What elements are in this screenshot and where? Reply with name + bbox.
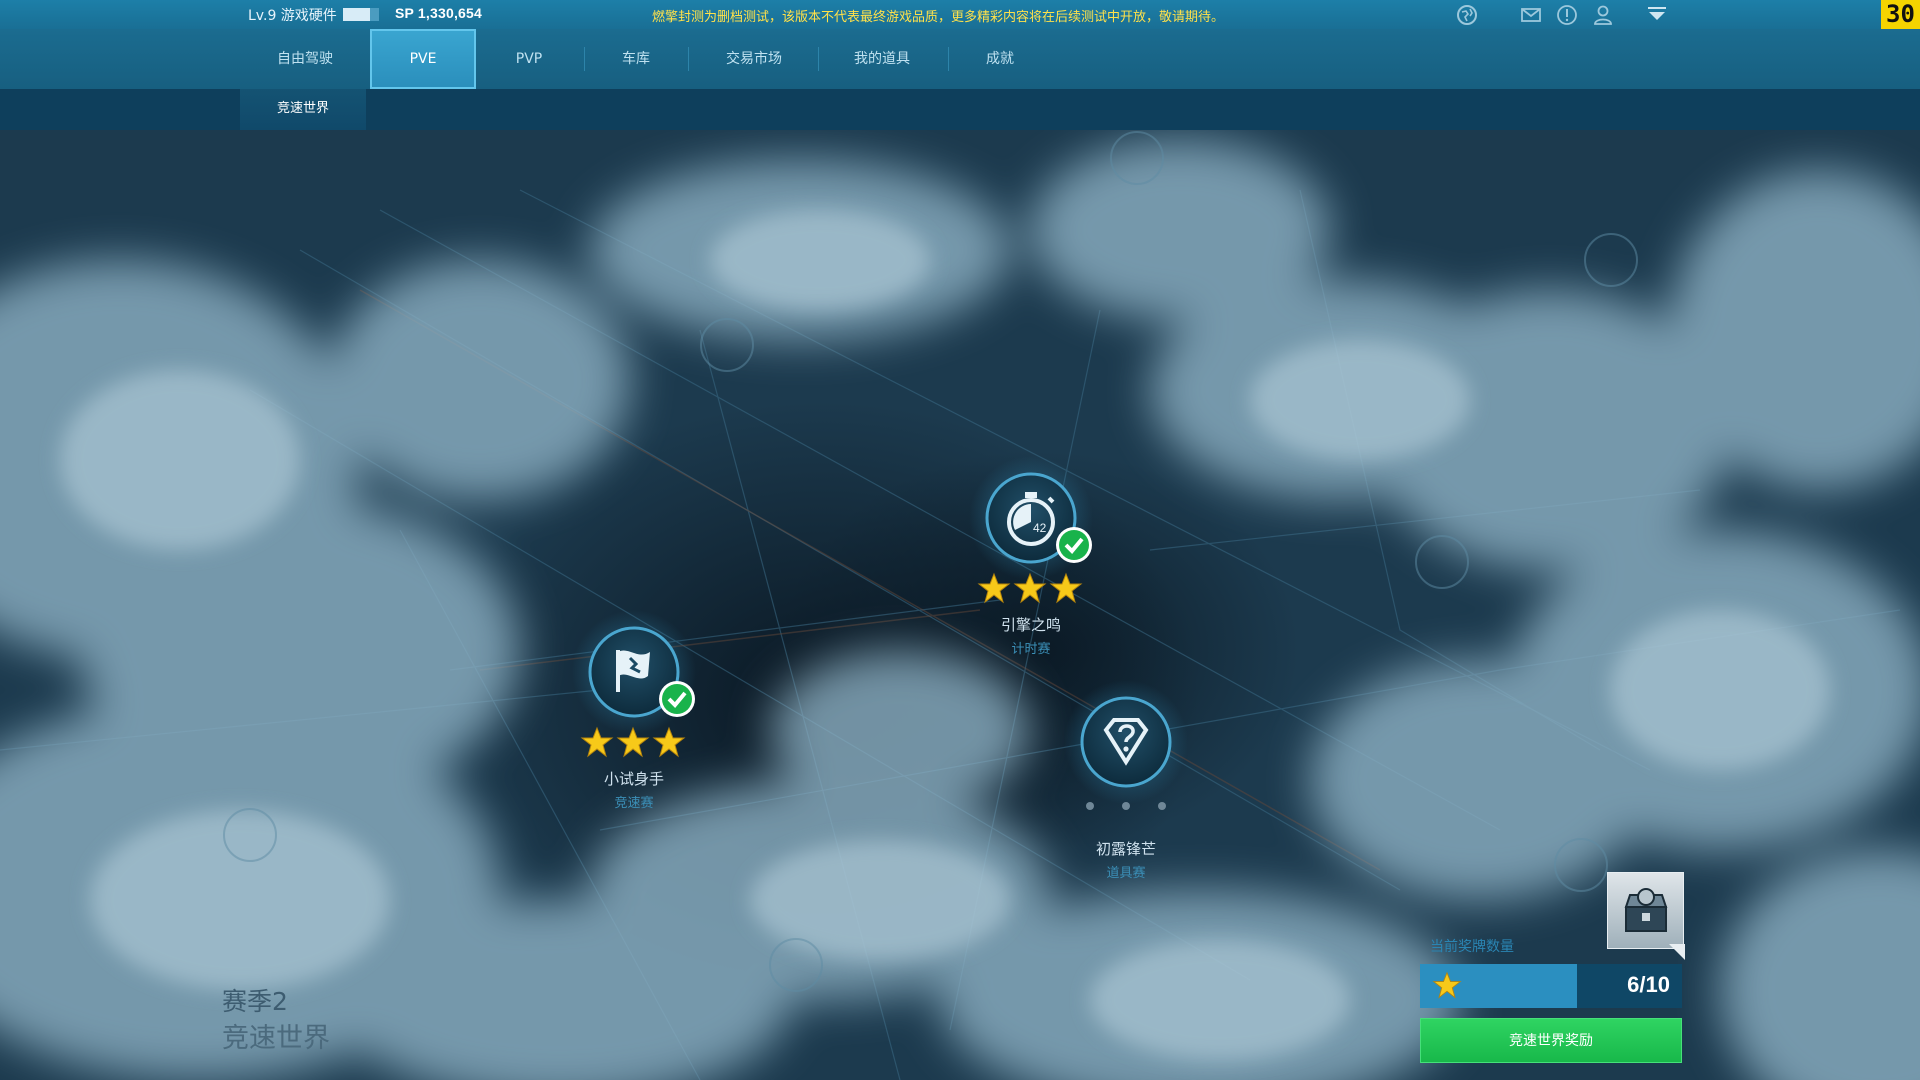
- player-level: Lv.9 游戏硬件: [248, 8, 337, 24]
- nav-divider: [584, 47, 585, 71]
- flag-icon: [1111, 132, 1163, 184]
- stage-mode: 竞速赛: [614, 796, 654, 811]
- star-rating: [977, 572, 1085, 606]
- skull-icon: [1585, 234, 1637, 286]
- completed-check-icon: [1056, 527, 1092, 563]
- music-icon: [224, 809, 276, 861]
- completed-check-icon: [659, 681, 695, 717]
- globe-icon[interactable]: [1455, 3, 1479, 27]
- subtab-racing-world[interactable]: 竞速世界: [240, 89, 366, 132]
- mystery-item-icon: [1064, 680, 1188, 804]
- sp-balance: SP 1,330,654: [395, 5, 482, 21]
- nav-divider: [948, 47, 949, 71]
- stage-title: 小试身手: [603, 770, 664, 788]
- racing-world-reward-button[interactable]: 竞速世界奖励: [1420, 1018, 1682, 1063]
- nav-divider: [688, 47, 689, 71]
- alert-icon[interactable]: [1555, 3, 1579, 27]
- fps-counter: 30: [1881, 0, 1920, 29]
- user-icon[interactable]: [1591, 3, 1615, 27]
- stage-mode: 道具赛: [1106, 866, 1146, 881]
- level-progress-bar: [343, 8, 379, 21]
- sub-nav: 竞速世界: [0, 89, 1920, 132]
- level-progress-fill: [343, 8, 370, 21]
- tab-achievements[interactable]: 成就: [950, 29, 1050, 89]
- dropdown-menu-icon[interactable]: [1645, 3, 1669, 27]
- locked-stars: [1086, 802, 1166, 810]
- tab-garage[interactable]: 车库: [586, 29, 686, 89]
- test-notice: 燃擎封测为删档测试，该版本不代表最终游戏品质，更多精彩内容将在后续测试中开放，敬…: [652, 10, 1225, 25]
- main-nav: 自由驾驶 PVE PVP 车库 交易市场 我的道具 成就: [0, 29, 1920, 89]
- flag-icon: [1416, 536, 1468, 588]
- stopwatch-value: 42: [1033, 521, 1047, 535]
- tab-pvp[interactable]: PVP: [476, 29, 582, 89]
- tab-free-drive[interactable]: 自由驾驶: [248, 29, 362, 89]
- medal-count-label: 当前奖牌数量: [1430, 939, 1514, 955]
- music-icon: [701, 319, 753, 371]
- medal-progress: 6/10: [1420, 964, 1682, 1008]
- top-status-bar: Lv.9 游戏硬件 SP 1,330,654 燃擎封测为删档测试，该版本不代表最…: [0, 0, 1920, 29]
- mail-icon[interactable]: [1519, 3, 1543, 27]
- stage-title: 引擎之鸣: [1000, 616, 1061, 634]
- tab-my-items[interactable]: 我的道具: [820, 29, 944, 89]
- question-icon: [1555, 839, 1607, 891]
- stage-mode: 计时赛: [1011, 642, 1051, 657]
- stage-node-3[interactable]: 初露锋芒 道具赛: [1064, 680, 1188, 881]
- star-icons: [977, 572, 1083, 604]
- stage-node-1[interactable]: 小试身手 竞速赛: [572, 610, 696, 811]
- star-icons: [580, 726, 686, 758]
- tab-market[interactable]: 交易市场: [690, 29, 818, 89]
- treasure-chest-icon: [1624, 888, 1668, 932]
- world-label: 竞速世界: [222, 1023, 330, 1054]
- nav-divider: [818, 47, 819, 71]
- star-rating: [580, 726, 688, 760]
- tab-pve[interactable]: PVE: [370, 29, 476, 89]
- medal-count: 6/10: [1627, 972, 1670, 997]
- reward-chest[interactable]: [1607, 872, 1685, 960]
- corner-marker-icon: [1669, 944, 1685, 960]
- stage-title: 初露锋芒: [1095, 840, 1156, 858]
- medal-star-icon: [1432, 971, 1462, 999]
- flag-icon: [770, 939, 822, 991]
- season-label: 赛季2: [222, 987, 288, 1016]
- stage-node-2[interactable]: 42 引擎之鸣 计时赛: [969, 456, 1093, 657]
- game-screen: Lv.9 游戏硬件 SP 1,330,654 燃擎封测为删档测试，该版本不代表最…: [0, 0, 1920, 1080]
